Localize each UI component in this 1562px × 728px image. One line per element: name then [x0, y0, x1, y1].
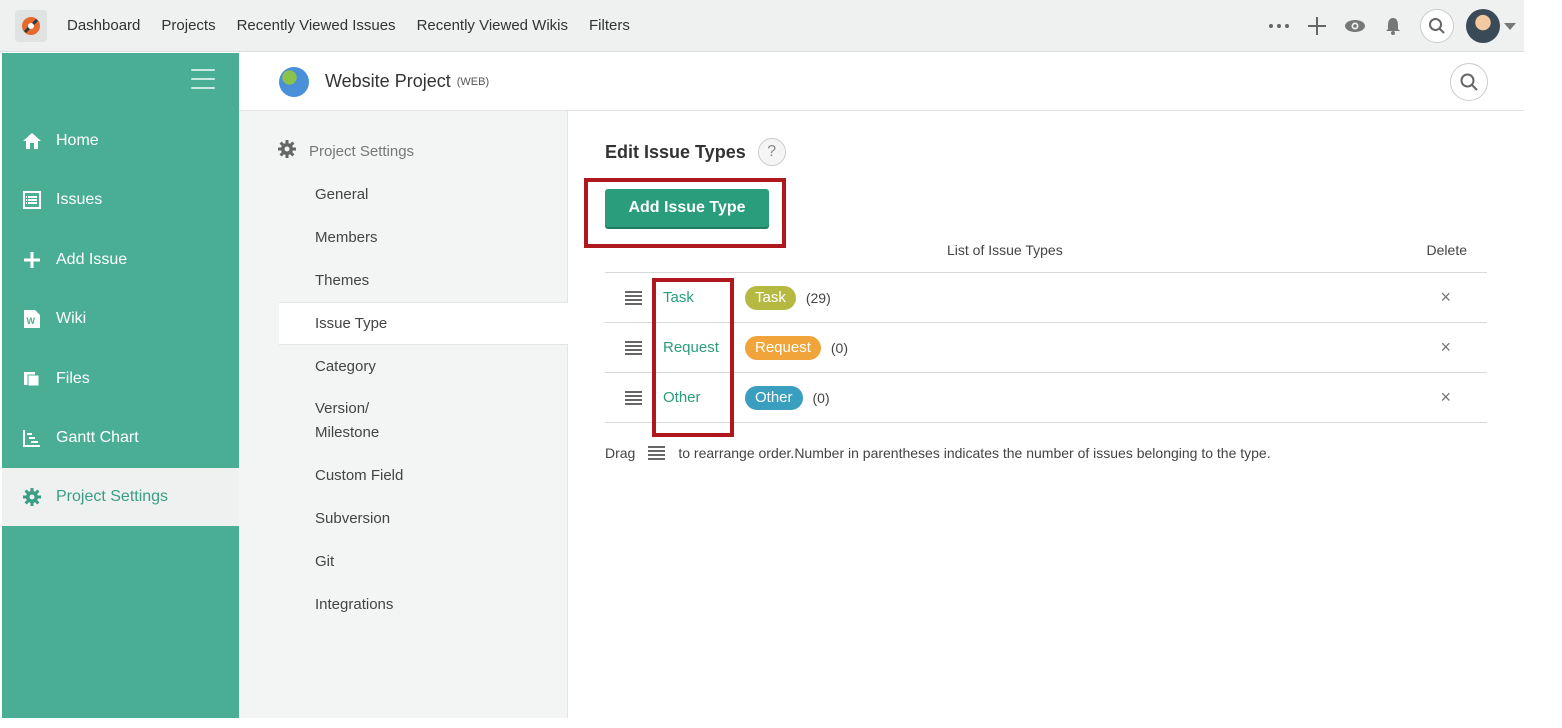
home-icon — [20, 129, 44, 153]
delete-icon[interactable]: × — [1440, 337, 1451, 358]
list-icon — [20, 188, 44, 212]
top-navigation-bar: Dashboard Projects Recently Viewed Issue… — [0, 0, 1524, 52]
project-search-icon[interactable] — [1450, 63, 1488, 101]
app-logo[interactable] — [15, 9, 47, 42]
nav-filters[interactable]: Filters — [589, 17, 630, 34]
avatar[interactable] — [1466, 9, 1500, 43]
settings-item-git[interactable]: Git — [279, 540, 568, 583]
settings-item-members[interactable]: Members — [279, 216, 568, 259]
drag-handle-icon[interactable] — [625, 340, 642, 355]
issue-type-badge: Task — [745, 285, 796, 310]
plus-icon — [20, 248, 44, 272]
top-icons — [1258, 0, 1516, 52]
sidebar-item-files[interactable]: Files — [2, 349, 239, 409]
settings-item-themes[interactable]: Themes — [279, 259, 568, 302]
sidebar: Home Issues Add Issue W Wiki Files Gantt… — [2, 53, 239, 718]
settings-item-version-milestone[interactable]: Version/ Milestone — [279, 388, 568, 454]
help-icon[interactable]: ? — [757, 138, 786, 166]
project-key: (WEB) — [456, 75, 490, 88]
bell-icon[interactable] — [1376, 9, 1410, 43]
project-name[interactable]: Website Project — [325, 71, 451, 92]
sidebar-item-gantt-chart[interactable]: Gantt Chart — [2, 409, 239, 469]
reorder-hint: Drag to rearrange order.Number in parent… — [605, 445, 1271, 461]
nav-projects[interactable]: Projects — [161, 17, 215, 34]
gear-icon — [277, 139, 297, 163]
nav-dashboard[interactable]: Dashboard — [67, 17, 140, 34]
top-nav: Dashboard Projects Recently Viewed Issue… — [67, 17, 651, 34]
files-icon — [20, 367, 44, 391]
svg-text:W: W — [27, 316, 36, 326]
drag-handle-icon — [648, 446, 666, 460]
drag-handle-icon[interactable] — [625, 390, 642, 405]
settings-item-general[interactable]: General — [279, 173, 568, 216]
menu-toggle-icon[interactable] — [191, 69, 215, 89]
sidebar-item-label: Issues — [56, 191, 103, 209]
settings-item-integrations[interactable]: Integrations — [279, 583, 568, 626]
page-title-text: Edit Issue Types — [605, 141, 746, 162]
settings-item-category[interactable]: Category — [279, 345, 568, 388]
table-row: Request Request (0) × — [605, 323, 1487, 373]
delete-icon[interactable]: × — [1440, 287, 1451, 308]
main-content: Edit Issue Types ? Add Issue Type List o… — [568, 111, 1524, 718]
table-row: Other Other (0) × — [605, 373, 1487, 423]
eye-icon[interactable] — [1338, 9, 1372, 43]
highlight-box-add-button — [584, 178, 786, 248]
issue-count: (29) — [805, 289, 831, 306]
settings-item-version-label: Version/ — [315, 400, 370, 417]
settings-menu-title-label: Project Settings — [309, 142, 415, 160]
nav-recently-viewed-issues[interactable]: Recently Viewed Issues — [237, 17, 396, 34]
search-icon[interactable] — [1420, 9, 1454, 43]
issue-types-table: Task Task (29) × Request Request (0) × O… — [605, 273, 1487, 423]
settings-menu-title: Project Settings — [277, 139, 414, 163]
drag-handle-icon[interactable] — [625, 290, 642, 305]
project-globe-icon — [279, 66, 309, 97]
sidebar-item-label: Home — [56, 131, 99, 149]
project-header: Website Project (WEB) — [239, 53, 1524, 111]
settings-item-issue-type[interactable]: Issue Type — [279, 302, 569, 345]
sidebar-item-project-settings[interactable]: Project Settings — [2, 468, 239, 526]
issue-count: (0) — [830, 339, 848, 356]
sidebar-item-home[interactable]: Home — [2, 111, 239, 171]
column-header-delete: Delete — [1426, 242, 1467, 258]
sidebar-item-label: Files — [56, 369, 90, 387]
issue-type-badge: Other — [745, 385, 803, 410]
highlight-box-type-names — [652, 278, 734, 437]
issue-type-badge: Request — [745, 335, 821, 360]
reorder-hint-prefix: Drag — [605, 445, 636, 461]
logo-icon — [22, 16, 40, 35]
sidebar-item-issues[interactable]: Issues — [2, 171, 239, 231]
page-title: Edit Issue Types ? — [605, 138, 786, 166]
sidebar-item-label: Project Settings — [56, 488, 169, 505]
gear-icon — [20, 485, 44, 509]
more-icon[interactable] — [1262, 9, 1296, 43]
sidebar-item-add-issue[interactable]: Add Issue — [2, 230, 239, 290]
table-row: Task Task (29) × — [605, 273, 1487, 323]
issue-types-table-header: List of Issue Types Delete — [605, 239, 1487, 273]
chevron-down-icon[interactable] — [1504, 22, 1516, 30]
project-settings-menu: Project Settings General Members Themes … — [239, 111, 569, 718]
wiki-icon: W — [20, 307, 44, 331]
reorder-hint-text: to rearrange order.Number in parentheses… — [678, 445, 1271, 461]
sidebar-item-label: Wiki — [56, 310, 87, 328]
nav-recently-viewed-wikis[interactable]: Recently Viewed Wikis — [417, 17, 568, 34]
sidebar-item-label: Gantt Chart — [56, 429, 139, 447]
settings-item-custom-field[interactable]: Custom Field — [279, 454, 568, 497]
column-header-list: List of Issue Types — [947, 242, 1063, 258]
settings-item-subversion[interactable]: Subversion — [279, 497, 568, 540]
gantt-icon — [20, 426, 44, 450]
sidebar-item-label: Add Issue — [56, 250, 128, 268]
delete-icon[interactable]: × — [1440, 387, 1451, 408]
sidebar-item-wiki[interactable]: W Wiki — [2, 290, 239, 350]
issue-count: (0) — [812, 389, 830, 406]
plus-icon[interactable] — [1300, 9, 1334, 43]
settings-item-milestone-label: Milestone — [315, 424, 380, 441]
